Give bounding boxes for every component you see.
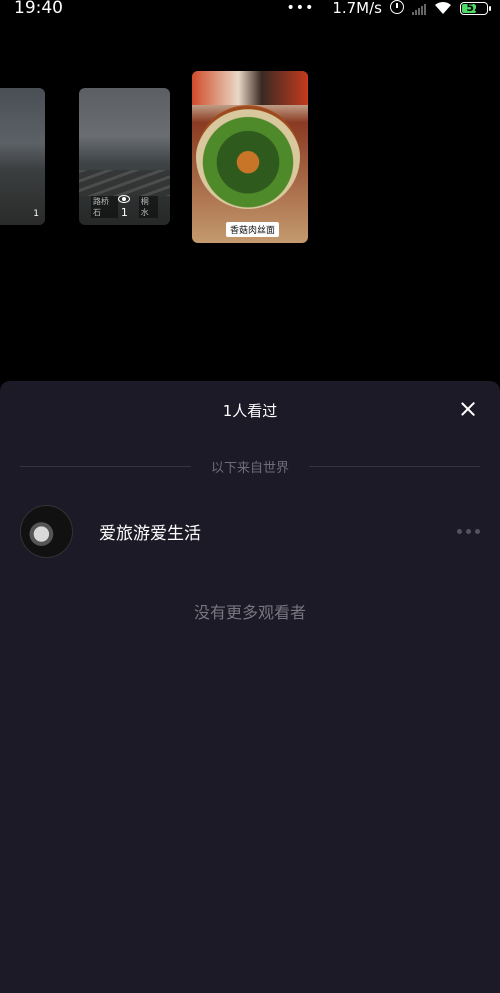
section-divider: 以下来自世界	[20, 458, 481, 476]
story-thumbnail-3[interactable]: 香菇肉丝面	[192, 71, 308, 243]
story-image-table	[192, 71, 308, 105]
close-icon[interactable]	[460, 401, 476, 417]
story-image-road	[79, 170, 170, 196]
story-thumbnail-1[interactable]: 1	[0, 88, 45, 225]
status-indicators: ••• 1.7M/s 52	[286, 0, 491, 17]
viewer-name[interactable]: 爱旅游爱生活	[99, 519, 457, 544]
battery-icon: 52	[460, 0, 491, 15]
more-icon[interactable]	[457, 528, 480, 534]
story-caption: 香菇肉丝面	[226, 222, 280, 237]
status-time: 19:40	[14, 0, 63, 18]
signal-icon	[412, 2, 426, 15]
sheet-title: 1人看过	[222, 402, 278, 420]
story-thumbnail-2[interactable]: 路桥石 1 桐水	[79, 88, 170, 225]
avatar[interactable]	[20, 504, 73, 558]
story-view-count: 1	[117, 195, 139, 219]
eye-icon	[117, 195, 130, 203]
network-speed: 1.7M/s	[332, 0, 382, 17]
story-image-noodle-bowl	[196, 105, 300, 209]
alarm-icon	[390, 0, 404, 14]
battery-level: 52	[466, 0, 482, 14]
wifi-icon	[435, 1, 451, 15]
story-overlay: 路桥石 1 桐水	[91, 195, 158, 219]
divider-line-right	[309, 465, 481, 467]
location-tag-right: 桐水	[138, 196, 158, 218]
viewer-list-item[interactable]: 爱旅游爱生活	[20, 504, 480, 558]
divider-line-left	[20, 465, 191, 467]
story-view-count: 1	[33, 209, 39, 219]
viewers-sheet: 1人看过 以下来自世界 爱旅游爱生活 没有更多观看者	[0, 381, 500, 993]
section-label: 以下来自世界	[211, 460, 290, 476]
view-count-value: 1	[120, 206, 128, 219]
location-tag: 路桥石	[91, 196, 118, 218]
notification-dots: •••	[286, 0, 315, 16]
status-bar: 19:40 ••• 1.7M/s 52	[0, 0, 500, 18]
view-count-value: 1	[33, 209, 39, 219]
empty-state-text: 没有更多观看者	[193, 603, 306, 622]
